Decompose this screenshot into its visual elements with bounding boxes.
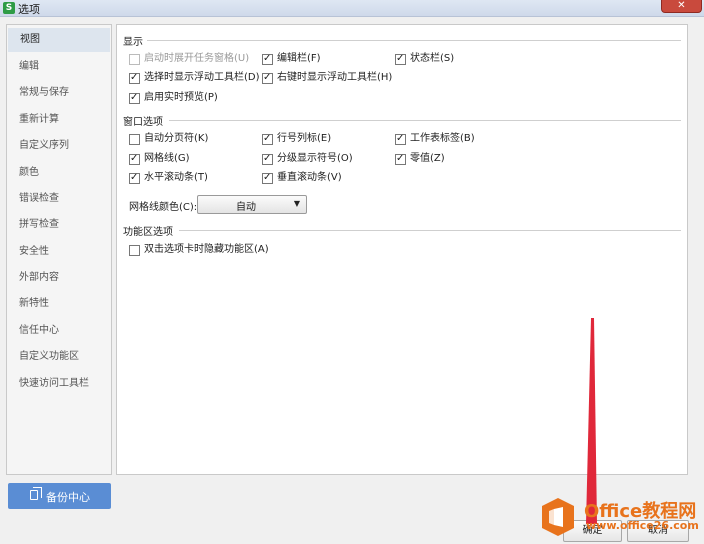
red-arrow-annotation [586,318,597,524]
watermark-url: www.office26.com [586,519,699,532]
watermark-logo-icon [542,498,574,536]
red-arrow-shape [586,318,597,524]
